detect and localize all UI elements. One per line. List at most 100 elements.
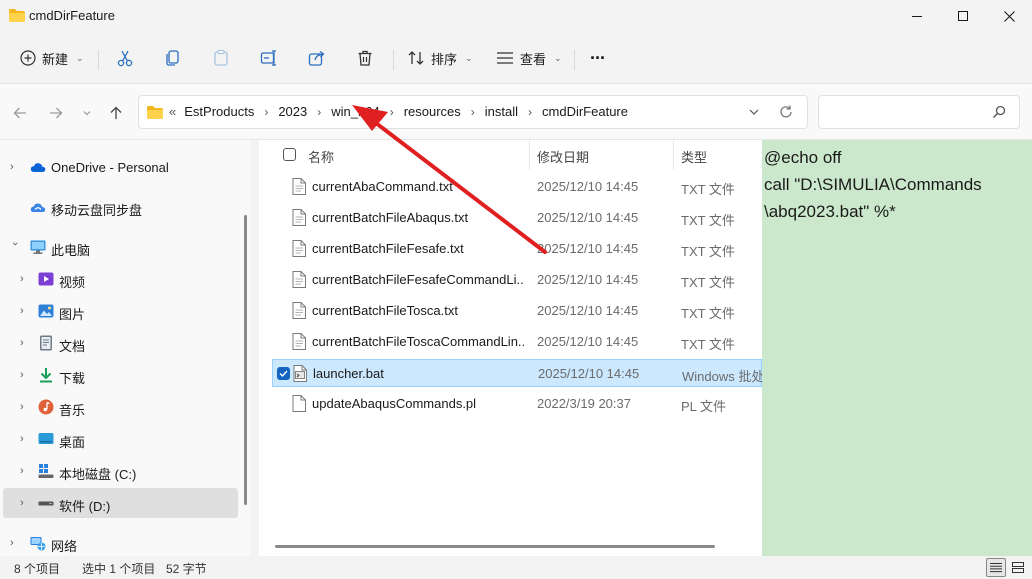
breadcrumb-item[interactable]: cmdDirFeature — [542, 104, 628, 119]
delete-button[interactable] — [356, 42, 374, 74]
copy-button[interactable] — [164, 42, 182, 74]
up-button[interactable] — [105, 102, 127, 124]
sidebar-item-pictures[interactable]: › 图片 — [0, 296, 238, 326]
navigation-pane: › OneDrive - Personal 移动云盘同步盘 › 此电脑 › 视频… — [0, 140, 250, 556]
close-button[interactable] — [986, 0, 1032, 32]
file-row[interactable]: updateAbaqusCommands.pl 2022/3/19 20:37 … — [272, 390, 762, 418]
new-button[interactable]: 新建 ⌄ — [20, 42, 84, 74]
sidebar-item-label: 网络 — [51, 539, 78, 554]
sidebar-item-videos[interactable]: › 视频 — [0, 264, 238, 294]
breadcrumb-item[interactable]: install — [485, 104, 518, 119]
breadcrumb-item[interactable]: EstProducts — [184, 104, 254, 119]
chevron-down-icon[interactable] — [748, 106, 760, 118]
refresh-icon[interactable] — [778, 104, 794, 120]
column-header-type[interactable]: 类型 — [681, 147, 707, 166]
horizontal-scrollbar[interactable] — [275, 545, 715, 548]
maximize-button[interactable] — [940, 0, 986, 32]
music-icon — [38, 399, 54, 415]
sidebar-item-downloads[interactable]: › 下载 — [0, 360, 238, 390]
chevron-right-icon[interactable]: › — [264, 105, 268, 119]
sidebar-item-network[interactable]: › 网络 — [0, 528, 238, 558]
text-file-icon — [292, 209, 306, 226]
chevron-right-icon[interactable]: › — [20, 465, 30, 477]
scissors-icon — [117, 50, 133, 67]
chevron-right-icon[interactable]: › — [20, 497, 30, 509]
share-button[interactable] — [308, 42, 326, 74]
search-box[interactable] — [818, 95, 1020, 129]
file-row[interactable]: currentBatchFileToscaCommandLin... 2025/… — [272, 328, 762, 356]
file-date: 2025/12/10 14:45 — [538, 366, 640, 381]
details-view-button[interactable] — [986, 558, 1006, 577]
chevron-right-icon[interactable]: › — [20, 401, 30, 413]
copy-icon — [166, 50, 179, 66]
sidebar-item-documents[interactable]: › 文档 — [0, 328, 238, 358]
column-divider[interactable] — [673, 140, 674, 170]
cloud-sync-icon — [30, 203, 46, 212]
file-name: currentBatchFileToscaCommandLin... — [312, 334, 524, 349]
sidebar-item-music[interactable]: › 音乐 — [0, 392, 238, 422]
chevron-right-icon[interactable]: › — [20, 273, 30, 285]
breadcrumb-item[interactable]: 2023 — [278, 104, 307, 119]
arrow-right-icon — [50, 107, 63, 119]
chevron-right-icon[interactable]: › — [20, 369, 30, 381]
chevron-right-icon[interactable]: › — [10, 161, 20, 173]
file-name: launcher.bat — [313, 366, 384, 381]
chevron-right-icon[interactable]: › — [10, 537, 20, 549]
rename-button[interactable] — [260, 42, 278, 74]
chevron-down-icon[interactable]: › — [9, 242, 21, 252]
breadcrumb-overflow[interactable]: « — [169, 104, 176, 119]
file-type: Windows 批处 — [682, 369, 762, 384]
address-bar[interactable]: « EstProducts › 2023 › win_b64 › resourc… — [138, 95, 808, 129]
select-all-checkbox[interactable] — [283, 148, 296, 161]
forward-button[interactable] — [45, 102, 67, 124]
chevron-right-icon[interactable]: › — [390, 105, 394, 119]
paste-button[interactable] — [212, 42, 230, 74]
view-list-icon — [497, 52, 513, 64]
more-options-button[interactable]: ··· — [590, 42, 606, 74]
breadcrumb-item[interactable]: resources — [404, 104, 461, 119]
more-icon: ··· — [590, 47, 606, 68]
chevron-right-icon[interactable]: › — [317, 105, 321, 119]
file-name: currentAbaCommand.txt — [312, 179, 453, 194]
search-input[interactable] — [827, 102, 987, 122]
file-type: TXT 文件 — [681, 337, 735, 352]
row-checkbox[interactable] — [277, 367, 290, 380]
chevron-right-icon[interactable]: › — [20, 337, 30, 349]
file-row-selected[interactable]: launcher.bat 2025/12/10 14:45 Windows 批处 — [272, 359, 762, 387]
sidebar-item-desktop[interactable]: › 桌面 — [0, 424, 238, 454]
breadcrumb-item[interactable]: win_b64 — [331, 104, 379, 119]
view-button[interactable]: 查看 ⌄ — [496, 42, 562, 74]
sidebar-item-onedrive[interactable]: › OneDrive - Personal — [0, 152, 238, 182]
sidebar-item-drive-c[interactable]: › 本地磁盘 (C:) — [0, 456, 238, 486]
back-button[interactable] — [9, 102, 31, 124]
file-row[interactable]: currentBatchFileTosca.txt 2025/12/10 14:… — [272, 297, 762, 325]
file-date: 2025/12/10 14:45 — [537, 303, 639, 318]
chevron-right-icon[interactable]: › — [528, 105, 532, 119]
file-date: 2025/12/10 14:45 — [537, 272, 639, 287]
windows-drive-icon — [38, 464, 54, 478]
file-row[interactable]: currentBatchFileFesafeCommandLi... 2025/… — [272, 266, 762, 294]
sidebar-item-drive-d[interactable]: › 软件 (D:) — [3, 488, 238, 518]
file-row[interactable]: currentBatchFileAbaqus.txt 2025/12/10 14… — [272, 204, 762, 232]
chevron-right-icon[interactable]: › — [20, 305, 30, 317]
window-title: cmdDirFeature — [29, 8, 115, 23]
cut-button[interactable] — [116, 42, 134, 74]
column-divider[interactable] — [529, 140, 530, 170]
chevron-down-icon: ⌄ — [465, 52, 473, 63]
file-row[interactable]: currentAbaCommand.txt 2025/12/10 14:45 T… — [272, 173, 762, 201]
sidebar-scrollbar[interactable] — [244, 215, 247, 505]
sidebar-item-label: 图片 — [59, 307, 86, 322]
sidebar-item-this-pc[interactable]: › 此电脑 — [0, 232, 238, 262]
recent-locations-button[interactable] — [76, 102, 98, 124]
file-row[interactable]: currentBatchFileFesafe.txt 2025/12/10 14… — [272, 235, 762, 263]
sidebar-item-cloud-sync[interactable]: 移动云盘同步盘 — [0, 192, 238, 222]
details-view-icon — [990, 563, 1002, 573]
minimize-button[interactable] — [894, 0, 940, 32]
chevron-right-icon[interactable]: › — [20, 433, 30, 445]
tiles-view-button[interactable] — [1008, 558, 1028, 577]
column-header-date[interactable]: 修改日期 — [537, 147, 589, 166]
divider — [98, 50, 99, 70]
sort-button[interactable]: 排序 ⌄ — [407, 42, 473, 74]
chevron-right-icon[interactable]: › — [471, 105, 475, 119]
column-header-name[interactable]: 名称 — [308, 147, 334, 166]
